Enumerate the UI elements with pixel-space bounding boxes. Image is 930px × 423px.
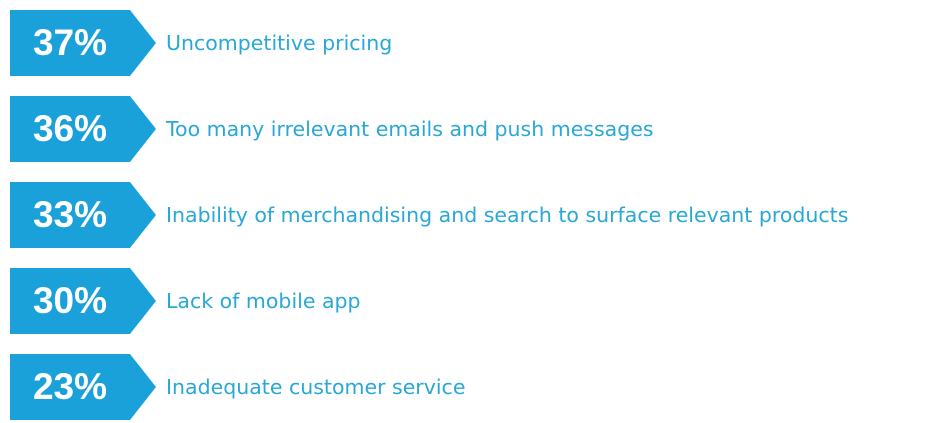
percent-value: 37% — [32, 22, 108, 63]
list-item: 37% Uncompetitive pricing — [10, 10, 925, 76]
reason-label: Inadequate customer service — [166, 375, 466, 399]
reason-label: Uncompetitive pricing — [166, 31, 393, 55]
list-item: 33% Inability of merchandising and searc… — [10, 182, 925, 248]
percent-value: 33% — [32, 194, 108, 235]
reasons-list: 37% Uncompetitive pricing 36% Too many i… — [0, 0, 930, 423]
reason-label: Lack of mobile app — [166, 289, 361, 313]
list-item: 36% Too many irrelevant emails and push … — [10, 96, 925, 162]
list-item: 30% Lack of mobile app — [10, 268, 925, 334]
percent-badge: 30% — [10, 268, 156, 334]
percent-badge: 23% — [10, 354, 156, 420]
percent-badge: 33% — [10, 182, 156, 248]
percent-value: 36% — [32, 108, 108, 149]
list-item: 23% Inadequate customer service — [10, 354, 925, 420]
percent-value: 23% — [32, 366, 108, 407]
percent-value: 30% — [32, 280, 108, 321]
percent-badge: 36% — [10, 96, 156, 162]
reason-label: Too many irrelevant emails and push mess… — [166, 117, 654, 141]
percent-badge: 37% — [10, 10, 156, 76]
reason-label: Inability of merchandising and search to… — [166, 203, 849, 227]
